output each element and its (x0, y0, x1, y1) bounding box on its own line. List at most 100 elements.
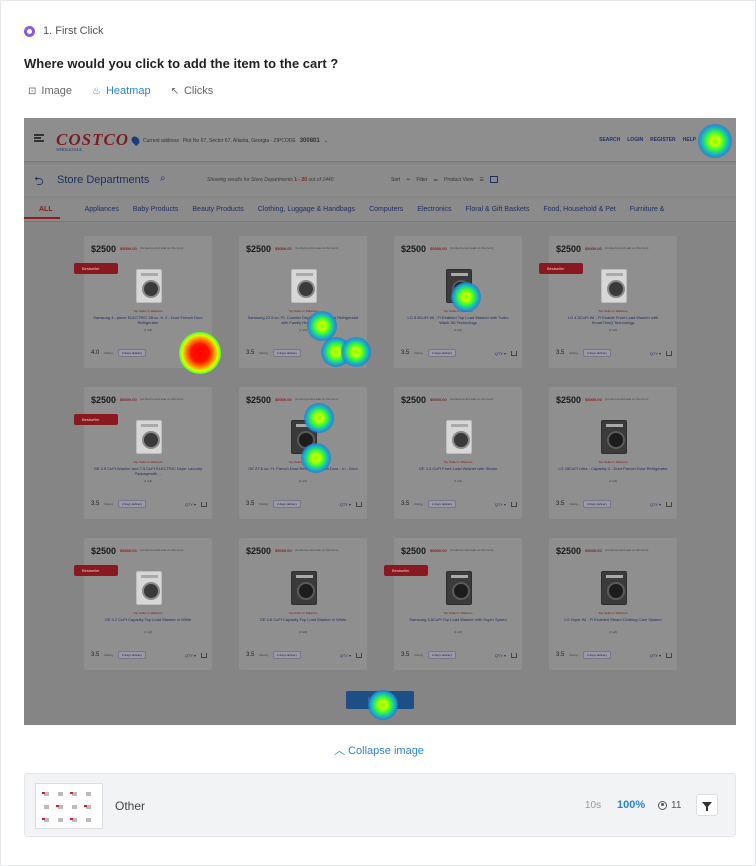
site-top-nav: SEARCH LOGIN REGISTER HELP (599, 137, 696, 143)
department-bar: ⮌ Store Departments ⌕ Showing results fo… (24, 164, 736, 196)
result-row[interactable]: Other 10s 100% 11 (24, 773, 736, 837)
rating-suffix: Rating (569, 351, 579, 355)
qty-select: QTY ▾ (649, 652, 661, 658)
category-tab: Baby Products (132, 206, 179, 213)
product-stock: (1 left) (298, 630, 308, 634)
product-name: Samsung 22.6 cu. Ft. Counter Depth Frenc… (247, 315, 359, 325)
filter-button[interactable] (696, 794, 718, 816)
delivery-badge: 2 days delivery (118, 500, 147, 508)
product-card: $2500 $5000.00 (Limited period sale on thi… (394, 236, 522, 368)
product-image (291, 571, 317, 605)
product-fine-print: (Limited period sale on this item) (295, 397, 339, 401)
sort-label: Sort (391, 176, 401, 183)
tab-image-label: Image (41, 85, 72, 97)
heatmap-screenshot[interactable]: COSTCO WHOLESALE Current address Plot No… (24, 118, 736, 725)
product-fine-print: (Limited period sale on this item) (140, 397, 184, 401)
cart-icon (356, 652, 362, 658)
product-card: $2500 $5000.00 (Limited period sale on thi… (549, 387, 677, 519)
product-footer: 3.5 Rating 2 days delivery QTY ▾ (401, 349, 517, 357)
tab-image[interactable]: ⊡ Image (28, 85, 72, 97)
rating-suffix: Rating (414, 502, 424, 506)
menu-icon (34, 134, 44, 142)
product-price: $2500 (246, 546, 272, 556)
product-price: $2500 (246, 395, 272, 405)
collapse-image-button[interactable]: ︿ Collapse image (1, 742, 756, 758)
product-rating: 3.5 (556, 501, 565, 507)
cart-icon (511, 350, 517, 356)
tab-heatmap[interactable]: ♨ Heatmap (92, 85, 151, 97)
product-fine-print: (Limited period sale on this item) (295, 548, 339, 552)
flame-icon: ♨ (91, 85, 101, 97)
product-card: $2500 $5000.00 (Limited period sale on thi… (74, 538, 212, 670)
category-tab: Furniture & (629, 206, 665, 213)
cart-icon (666, 501, 672, 507)
list-view-icon: ☰ (479, 176, 484, 183)
rating-suffix: Rating (569, 502, 579, 506)
delivery-badge: 2 days delivery (273, 500, 302, 508)
category-tab: Appliances (84, 206, 119, 213)
product-card: $2500 $5000.00 (Limited period sale on thi… (549, 538, 677, 670)
product-strike-price: $5000.00 (430, 246, 447, 251)
product-tag: Top Seller in Washers (598, 309, 628, 313)
delivery-badge: 2 days delivery (583, 651, 612, 659)
delivery-badge: 2 days delivery (428, 651, 457, 659)
product-card: $2500 $5000.00 (Limited period sale on thi… (394, 387, 522, 519)
product-rating: 3.5 (401, 652, 410, 658)
rating-suffix: Rating (414, 351, 424, 355)
qty-select: QTY ▾ (184, 652, 196, 658)
product-tag: Top Seller in Washers (288, 611, 318, 615)
category-tab: Food, Household & Pet (543, 206, 616, 213)
category-tabs: ALL Appliances Baby Products Beauty Product… (24, 198, 736, 222)
delivery-badge: 2 days delivery (583, 349, 612, 357)
sort-filter-controls: Sort ≂ Filter ⚌ Product View ☰ (391, 176, 498, 183)
product-stock: (1 left) (453, 479, 463, 483)
cart-icon (356, 350, 362, 356)
cart-icon (666, 350, 672, 356)
product-footer: 3.5 Rating 2 days delivery QTY ▾ (246, 651, 362, 659)
qty-label: QTY (339, 501, 348, 507)
qty-label: QTY (339, 350, 348, 356)
product-strike-price: $5000.00 (585, 397, 602, 402)
product-card: $2500 $5000.00 (Limited period sale on thi… (539, 236, 677, 368)
product-strike-price: $5000.00 (120, 548, 137, 553)
product-footer: 4.0 Rating 2 days delivery QTY ▾ (91, 349, 207, 357)
product-strike-price: $5000.00 (430, 397, 447, 402)
product-rating: 3.5 (401, 350, 410, 356)
step-label: 1. First Click (43, 25, 104, 37)
product-price: $2500 (556, 244, 582, 254)
results-range: 1 - 20 (294, 177, 308, 183)
category-tab: ALL (24, 206, 60, 219)
product-card: $2500 $5000.00 (Limited period sale on thi… (239, 538, 367, 670)
product-fine-print: (Limited period sale on this item) (450, 548, 494, 552)
cart-icon (201, 501, 207, 507)
tab-clicks[interactable]: ↖ Clicks (171, 85, 214, 97)
chevron-down-icon: ⌄ (323, 137, 328, 144)
product-stock: (1 left) (143, 328, 153, 332)
rating-suffix: Rating (259, 351, 269, 355)
result-percent: 100% (617, 799, 646, 811)
product-tag: Top Seller in Washers (133, 611, 163, 615)
category-tab: Computers (369, 206, 404, 213)
thumbnail-cell (86, 818, 91, 822)
qty-label: QTY (649, 501, 658, 507)
product-fine-print: (Limited period sale on this item) (140, 548, 184, 552)
product-footer: 3.5 Rating 2 days delivery QTY ▾ (556, 500, 672, 508)
product-rating: 3.5 (91, 652, 100, 658)
product-rating: 3.5 (91, 501, 100, 507)
delivery-badge: 2 days delivery (583, 500, 612, 508)
product-name: LG 4.5CuFt Wi - Fi Enable Front Load Was… (567, 315, 659, 325)
product-name: GE 27.8 cu. Ft. French Door Refrigerator… (248, 466, 358, 471)
delivery-badge: 2 days delivery (428, 500, 457, 508)
product-image (601, 420, 627, 454)
funnel-icon (702, 802, 712, 811)
thumbnail-cell (42, 792, 49, 796)
collapse-label: Collapse image (348, 745, 424, 757)
bestseller-badge: Bestseller (539, 263, 583, 274)
product-tag: Top Seller in Washers (133, 460, 163, 464)
result-label: Other (115, 799, 146, 813)
product-strike-price: $5000.00 (120, 397, 137, 402)
qty-label: QTY (494, 350, 503, 356)
back-icon: ⮌ (34, 174, 44, 188)
product-rating: 3.5 (556, 350, 565, 356)
cart-icon (511, 652, 517, 658)
